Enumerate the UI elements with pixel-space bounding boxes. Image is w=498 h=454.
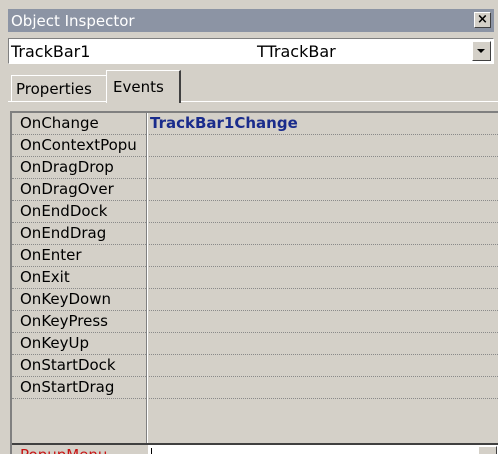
event-row-popupmenu[interactable]: PopupMenu bbox=[12, 443, 498, 454]
event-row[interactable]: OnDragOver bbox=[12, 179, 498, 201]
event-name: OnStartDock bbox=[20, 356, 116, 374]
event-value[interactable] bbox=[148, 267, 498, 288]
event-row[interactable]: OnContextPopu bbox=[12, 135, 498, 157]
event-value-input[interactable] bbox=[148, 445, 498, 454]
event-value[interactable] bbox=[148, 157, 498, 178]
event-value[interactable]: TrackBar1Change bbox=[148, 113, 498, 134]
event-value[interactable] bbox=[148, 355, 498, 376]
close-icon: × bbox=[477, 12, 488, 27]
events-list: OnChange TrackBar1Change OnContextPopu OnDr… bbox=[12, 113, 498, 399]
event-value[interactable] bbox=[148, 135, 498, 156]
event-name: OnDragDrop bbox=[20, 158, 114, 176]
event-value[interactable] bbox=[148, 289, 498, 310]
event-name: OnEndDock bbox=[20, 202, 108, 220]
tab-properties-label: Properties bbox=[16, 80, 92, 98]
close-button[interactable]: × bbox=[474, 12, 491, 28]
window-title: Object Inspector bbox=[11, 12, 135, 30]
event-row[interactable]: OnDragDrop bbox=[12, 157, 498, 179]
event-row[interactable]: OnEndDrag bbox=[12, 223, 498, 245]
event-name: OnDragOver bbox=[20, 180, 114, 198]
tab-divider bbox=[8, 101, 498, 102]
component-name: TrackBar1 bbox=[11, 42, 91, 61]
event-name: OnExit bbox=[20, 268, 70, 286]
event-name: OnKeyUp bbox=[20, 334, 90, 352]
event-value[interactable] bbox=[148, 223, 498, 244]
event-value[interactable] bbox=[148, 333, 498, 354]
event-name: OnKeyPress bbox=[20, 312, 108, 330]
text-caret bbox=[151, 448, 152, 454]
column-splitter[interactable] bbox=[146, 113, 148, 454]
event-row[interactable]: OnChange TrackBar1Change bbox=[12, 113, 498, 135]
value-dropdown-button[interactable] bbox=[478, 446, 497, 454]
event-row[interactable]: OnKeyUp bbox=[12, 333, 498, 355]
event-row[interactable]: OnEnter bbox=[12, 245, 498, 267]
event-row[interactable]: OnKeyPress bbox=[12, 311, 498, 333]
event-row[interactable]: OnStartDrag bbox=[12, 377, 498, 399]
event-value[interactable] bbox=[148, 201, 498, 222]
event-value[interactable] bbox=[148, 311, 498, 332]
event-value[interactable] bbox=[148, 377, 498, 398]
chevron-down-icon bbox=[477, 49, 485, 53]
event-name: OnEndDrag bbox=[20, 224, 107, 242]
component-selector[interactable]: TrackBar1 TTrackBar bbox=[8, 38, 494, 64]
event-row[interactable]: OnKeyDown bbox=[12, 289, 498, 311]
event-name: PopupMenu bbox=[12, 445, 147, 454]
event-value[interactable] bbox=[148, 179, 498, 200]
event-name: OnContextPopu bbox=[20, 136, 137, 154]
event-name: OnKeyDown bbox=[20, 290, 112, 308]
tab-properties[interactable]: Properties bbox=[11, 75, 108, 101]
event-name: OnStartDrag bbox=[20, 378, 115, 396]
event-row[interactable]: OnEndDock bbox=[12, 201, 498, 223]
event-value[interactable] bbox=[148, 245, 498, 266]
component-type: TTrackBar bbox=[257, 42, 336, 61]
event-row[interactable]: OnExit bbox=[12, 267, 498, 289]
title-bar[interactable]: Object Inspector × bbox=[8, 9, 494, 32]
event-name: OnChange bbox=[20, 114, 99, 132]
event-row[interactable]: OnStartDock bbox=[12, 355, 498, 377]
object-inspector-window: Object Inspector × TrackBar1 TTrackBar P… bbox=[0, 0, 498, 454]
event-name: OnEnter bbox=[20, 246, 82, 264]
tab-events-label: Events bbox=[113, 78, 164, 96]
component-dropdown-button[interactable] bbox=[472, 41, 491, 61]
tab-events[interactable]: Events bbox=[106, 70, 181, 103]
events-grid: OnChange TrackBar1Change OnContextPopu OnDr… bbox=[10, 111, 498, 454]
